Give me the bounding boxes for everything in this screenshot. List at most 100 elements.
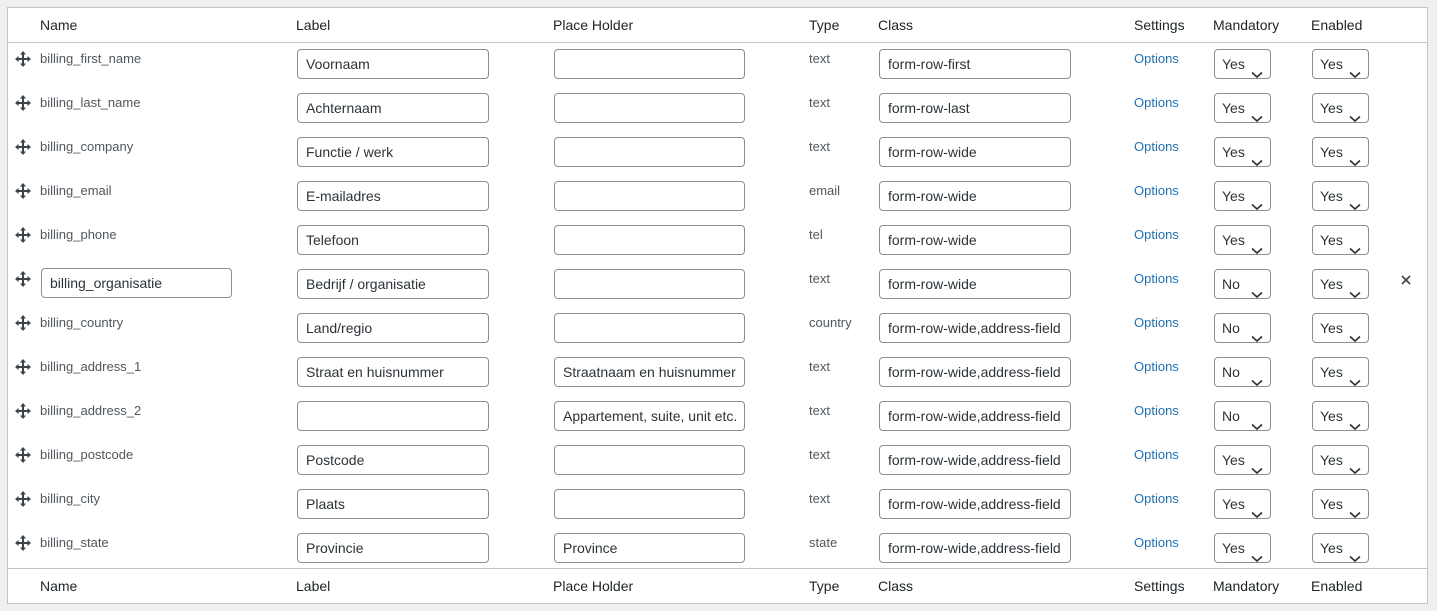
field-placeholder-input[interactable]: Appartement, suite, unit etc. (554, 401, 745, 431)
field-placeholder-input[interactable]: Province (554, 533, 745, 563)
field-class-input[interactable]: form-row-wide,address-field (879, 357, 1071, 387)
move-icon[interactable] (14, 490, 32, 508)
field-label-input[interactable] (297, 401, 489, 431)
move-icon[interactable] (14, 446, 32, 464)
mandatory-select[interactable]: Yes (1214, 49, 1271, 79)
field-type: text (809, 95, 830, 110)
field-placeholder-input[interactable]: Straatnaam en huisnummer (554, 357, 745, 387)
field-label-input[interactable]: Achternaam (297, 93, 489, 123)
field-placeholder-input[interactable] (554, 269, 745, 299)
field-label-input[interactable]: Functie / werk (297, 137, 489, 167)
field-label-input[interactable]: Postcode (297, 445, 489, 475)
move-icon[interactable] (14, 50, 32, 68)
mandatory-select[interactable]: No (1214, 401, 1271, 431)
mandatory-select-value: Yes (1222, 100, 1245, 116)
field-class-input[interactable]: form-row-wide,address-field (879, 313, 1071, 343)
options-link[interactable]: Options (1134, 139, 1179, 154)
move-icon[interactable] (14, 402, 32, 420)
options-link[interactable]: Options (1134, 403, 1179, 418)
enabled-select[interactable]: Yes (1312, 93, 1369, 123)
col-placeholder-header: Place Holder (553, 17, 634, 33)
field-placeholder-input[interactable] (554, 225, 745, 255)
enabled-select[interactable]: Yes (1312, 357, 1369, 387)
field-placeholder-input[interactable] (554, 181, 745, 211)
enabled-select[interactable]: Yes (1312, 225, 1369, 255)
field-label-input[interactable]: Plaats (297, 489, 489, 519)
move-icon[interactable] (14, 314, 32, 332)
move-icon[interactable] (14, 534, 32, 552)
enabled-select[interactable]: Yes (1312, 313, 1369, 343)
options-link[interactable]: Options (1134, 535, 1179, 550)
mandatory-select-value: Yes (1222, 188, 1245, 204)
mandatory-select[interactable]: Yes (1214, 181, 1271, 211)
enabled-select[interactable]: Yes (1312, 401, 1369, 431)
enabled-select[interactable]: Yes (1312, 489, 1369, 519)
field-placeholder-input[interactable] (554, 489, 745, 519)
chevron-down-icon (1349, 324, 1361, 343)
enabled-select-value: Yes (1320, 100, 1343, 116)
close-icon[interactable] (1399, 273, 1413, 287)
field-class-input[interactable]: form-row-wide,address-field (879, 533, 1071, 563)
enabled-select[interactable]: Yes (1312, 269, 1369, 299)
move-icon[interactable] (14, 182, 32, 200)
field-placeholder-input[interactable] (554, 49, 745, 79)
table-row: billing_phone Telefoon tel form-row-wide Opt… (8, 218, 1427, 262)
enabled-select[interactable]: Yes (1312, 445, 1369, 475)
options-link[interactable]: Options (1134, 227, 1179, 242)
field-placeholder-input[interactable] (554, 137, 745, 167)
field-type: text (809, 447, 830, 462)
field-class-input[interactable]: form-row-wide (879, 137, 1071, 167)
field-class-input[interactable]: form-row-wide (879, 181, 1071, 211)
chevron-down-icon (1349, 60, 1361, 79)
chevron-down-icon (1349, 412, 1361, 431)
field-class-input[interactable]: form-row-first (879, 49, 1071, 79)
mandatory-select[interactable]: Yes (1214, 533, 1271, 563)
options-link[interactable]: Options (1134, 315, 1179, 330)
mandatory-select[interactable]: No (1214, 313, 1271, 343)
field-label-input[interactable]: E-mailadres (297, 181, 489, 211)
field-class-input[interactable]: form-row-wide,address-field (879, 401, 1071, 431)
mandatory-select[interactable]: No (1214, 357, 1271, 387)
field-label-input[interactable]: Bedrijf / organisatie (297, 269, 489, 299)
field-class-input[interactable]: form-row-wide (879, 225, 1071, 255)
field-name: billing_email (40, 183, 112, 198)
field-label-input[interactable]: Land/regio (297, 313, 489, 343)
field-class-input[interactable]: form-row-wide (879, 269, 1071, 299)
mandatory-select[interactable]: Yes (1214, 445, 1271, 475)
move-icon[interactable] (14, 138, 32, 156)
field-placeholder-input[interactable] (554, 445, 745, 475)
options-link[interactable]: Options (1134, 183, 1179, 198)
mandatory-select[interactable]: Yes (1214, 489, 1271, 519)
move-icon[interactable] (14, 270, 32, 288)
field-placeholder-input[interactable] (554, 93, 745, 123)
mandatory-select[interactable]: Yes (1214, 225, 1271, 255)
options-link[interactable]: Options (1134, 359, 1179, 374)
enabled-select[interactable]: Yes (1312, 49, 1369, 79)
field-placeholder-input[interactable] (554, 313, 745, 343)
field-label-input[interactable]: Straat en huisnummer (297, 357, 489, 387)
options-link[interactable]: Options (1134, 95, 1179, 110)
field-label-input[interactable]: Voornaam (297, 49, 489, 79)
field-class-input[interactable]: form-row-wide,address-field (879, 445, 1071, 475)
options-link[interactable]: Options (1134, 447, 1179, 462)
field-name-input[interactable]: billing_organisatie (41, 268, 232, 298)
enabled-select[interactable]: Yes (1312, 181, 1369, 211)
move-icon[interactable] (14, 94, 32, 112)
table-row: billing_address_2 Appartement, suite, uni… (8, 394, 1427, 438)
mandatory-select[interactable]: Yes (1214, 137, 1271, 167)
enabled-select[interactable]: Yes (1312, 533, 1369, 563)
field-label-input[interactable]: Telefoon (297, 225, 489, 255)
enabled-select[interactable]: Yes (1312, 137, 1369, 167)
field-class-input[interactable]: form-row-wide,address-field (879, 489, 1071, 519)
options-link[interactable]: Options (1134, 51, 1179, 66)
mandatory-select[interactable]: Yes (1214, 93, 1271, 123)
field-class-input[interactable]: form-row-last (879, 93, 1071, 123)
mandatory-select[interactable]: No (1214, 269, 1271, 299)
options-link[interactable]: Options (1134, 491, 1179, 506)
field-label-input[interactable]: Provincie (297, 533, 489, 563)
move-icon[interactable] (14, 358, 32, 376)
move-icon[interactable] (14, 226, 32, 244)
field-name: billing_state (40, 535, 109, 550)
options-link[interactable]: Options (1134, 271, 1179, 286)
col-enabled-footer: Enabled (1311, 578, 1363, 594)
